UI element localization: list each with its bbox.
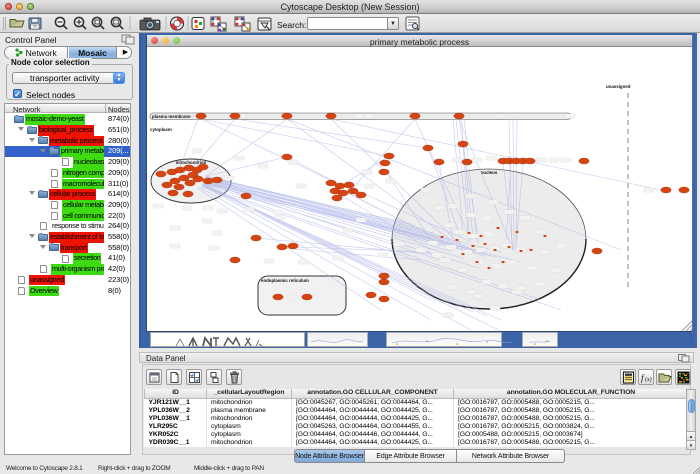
svg-text:endoplasmic reticulum: endoplasmic reticulum <box>261 278 309 283</box>
svg-text:unassigned: unassigned <box>606 84 631 89</box>
svg-text:plasma membrane: plasma membrane <box>152 114 191 119</box>
svg-text:(x): (x) <box>645 376 652 383</box>
svg-text:cytoplasm: cytoplasm <box>150 127 172 132</box>
svg-text:nucleus: nucleus <box>481 170 498 175</box>
